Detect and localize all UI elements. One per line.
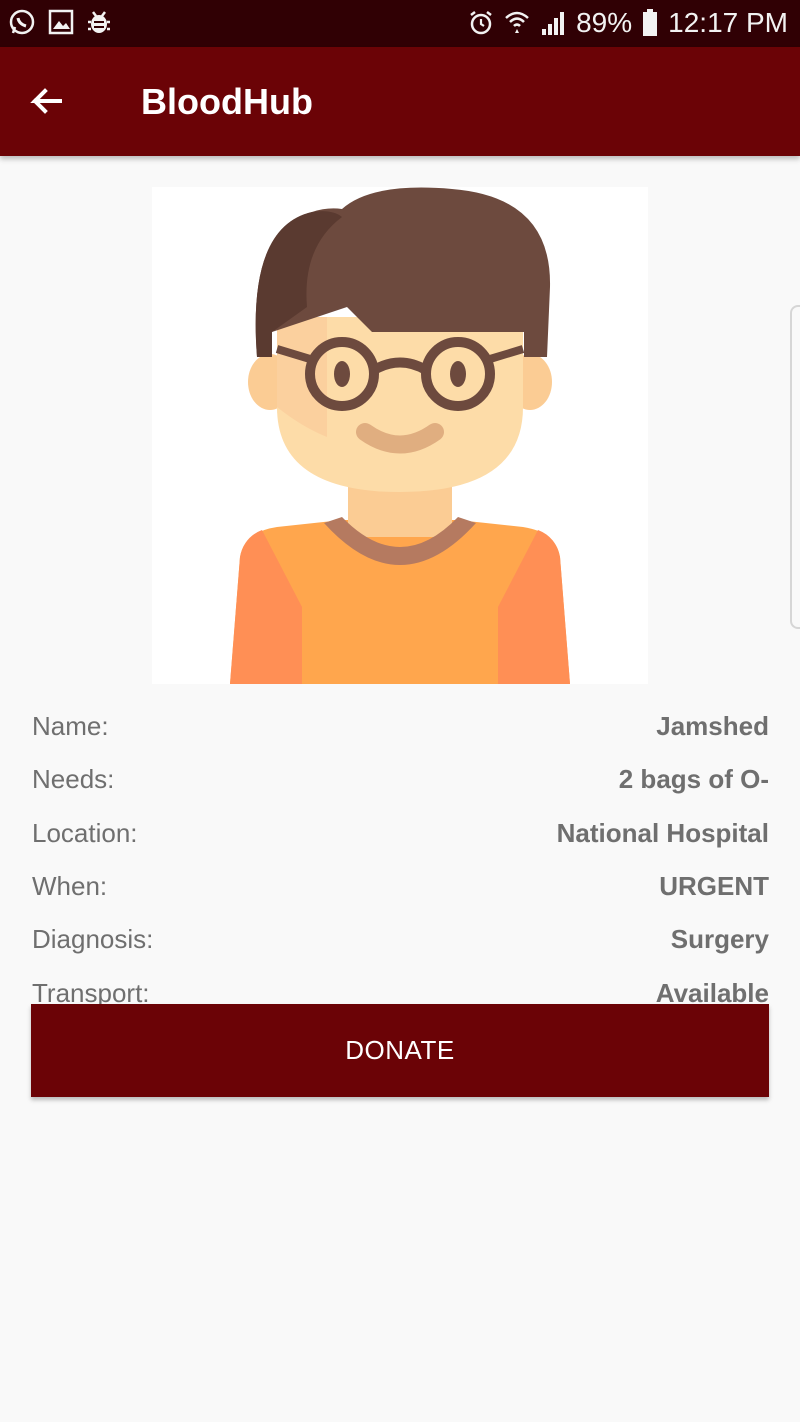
detail-row-needs: Needs: 2 bags of O-: [32, 753, 769, 806]
alarm-icon: [468, 9, 494, 37]
status-bar-left: [8, 8, 112, 36]
name-value: Jamshed: [656, 711, 769, 742]
profile-avatar: [152, 187, 648, 684]
clock: 12:17 PM: [668, 7, 788, 38]
needs-value: 2 bags of O-: [618, 764, 769, 795]
status-bar: 89% 12:17 PM: [0, 0, 800, 47]
battery-percent: 89%: [576, 7, 633, 38]
detail-row-location: Location: National Hospital: [32, 807, 769, 860]
when-label: When:: [32, 871, 108, 902]
needs-label: Needs:: [32, 764, 115, 795]
detail-row-name: Name: Jamshed: [32, 700, 769, 753]
name-label: Name:: [32, 711, 109, 742]
gallery-icon: [48, 9, 74, 35]
diagnosis-value: Surgery: [670, 924, 769, 955]
when-value: URGENT: [659, 871, 769, 902]
battery-icon: [642, 8, 658, 38]
back-button[interactable]: [22, 79, 70, 127]
request-details: Name: Jamshed Needs: 2 bags of O- Locati…: [32, 700, 769, 1020]
location-label: Location:: [32, 817, 138, 848]
wifi-icon: [504, 9, 530, 37]
signal-icon: [540, 9, 566, 37]
status-bar-right: 89% 12:17 PM: [468, 6, 788, 40]
detail-row-diagnosis: Diagnosis: Surgery: [32, 913, 769, 966]
scroll-handle[interactable]: [790, 305, 800, 629]
whatsapp-icon: [8, 8, 36, 36]
page-title: BloodHub: [141, 81, 313, 122]
location-value: National Hospital: [556, 817, 769, 848]
donate-button[interactable]: DONATE: [31, 1004, 769, 1097]
debug-icon: [86, 8, 112, 36]
user-avatar-glasses-icon: [230, 187, 570, 684]
app-bar: BloodHub: [0, 47, 800, 156]
diagnosis-label: Diagnosis:: [32, 924, 154, 955]
detail-row-when: When: URGENT: [32, 860, 769, 913]
arrow-left-icon: [22, 88, 70, 131]
donate-button-label: DONATE: [345, 1035, 455, 1065]
